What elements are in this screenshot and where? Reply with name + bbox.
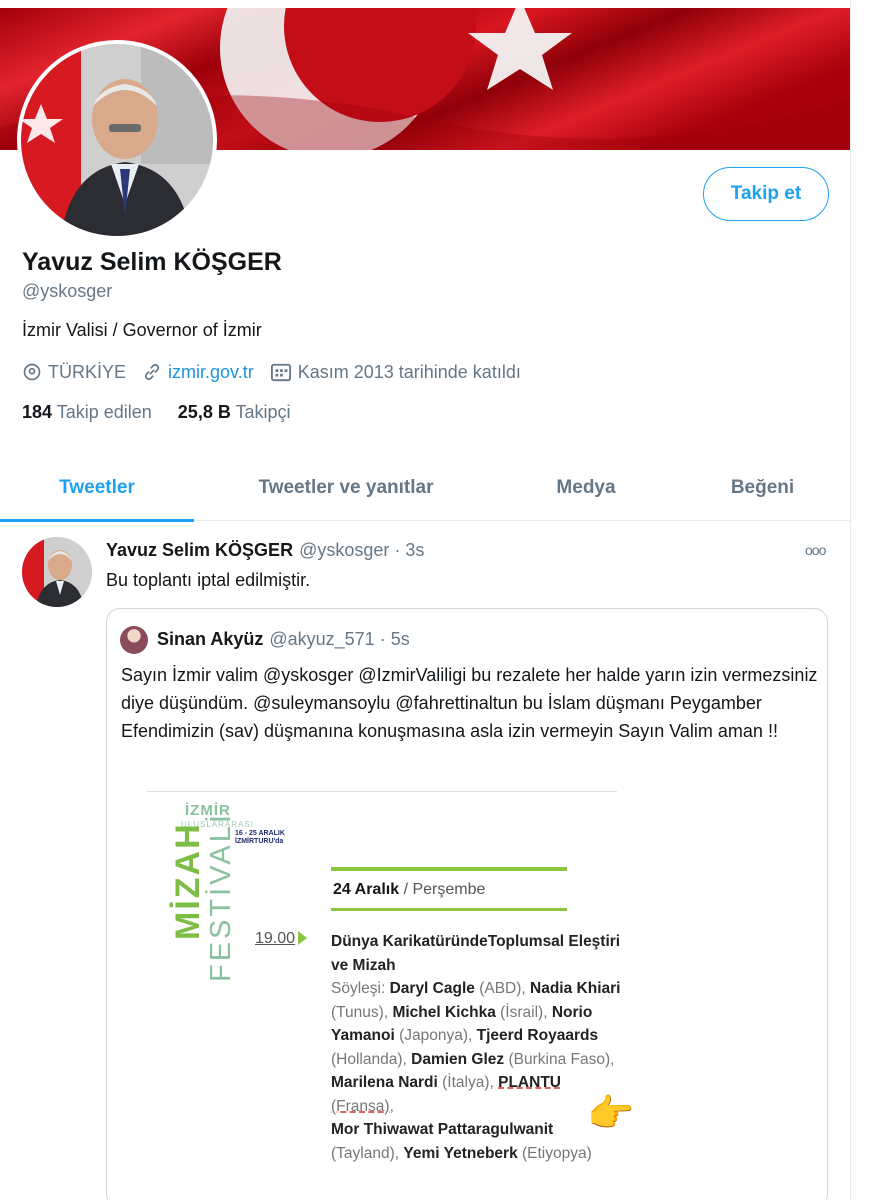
speaker-country: (Tayland), bbox=[331, 1144, 400, 1162]
quoted-tweet[interactable]: Sinan Akyüz @akyuz_571 · 5s Sayın İzmir … bbox=[106, 608, 828, 1200]
quoted-author-handle[interactable]: @akyuz_571 · 5s bbox=[269, 629, 409, 650]
poster-tag: 16 - 25 ARALIK İZMİRTURU'da bbox=[235, 830, 285, 846]
speaker-name-highlighted: PLANTU bbox=[498, 1074, 561, 1091]
followers-count: 25,8 B bbox=[177, 402, 231, 422]
follow-button[interactable]: Takip et bbox=[703, 167, 829, 221]
profile-meta: TÜRKİYE izmir.gov.tr Kasım 2013 tarihind… bbox=[22, 360, 537, 384]
speaker-country: (Etiyopya) bbox=[522, 1144, 592, 1162]
speaker-country-highlighted: (Fransa), bbox=[331, 1097, 394, 1115]
speaker-country: (Hollanda), bbox=[331, 1050, 407, 1068]
quoted-author-name[interactable]: Sinan Akyüz bbox=[157, 629, 263, 650]
quoted-avatar[interactable] bbox=[120, 626, 148, 654]
poster-arrow-icon bbox=[298, 931, 307, 945]
profile-avatar[interactable] bbox=[17, 40, 217, 240]
followers-stat[interactable]: 25,8 B Takipçi bbox=[178, 402, 291, 423]
poster-divider-top bbox=[331, 867, 567, 871]
tweet-header: Yavuz Selim KÖŞGER @yskosger · 3s bbox=[106, 540, 424, 561]
profile-bio: İzmir Valisi / Governor of İzmir bbox=[22, 320, 262, 340]
speaker-country: (ABD), bbox=[479, 980, 526, 997]
speakers-label: Söyleşi: bbox=[331, 980, 386, 997]
speaker-name: Mor Thiwawat Pattaragulwanit bbox=[331, 1121, 554, 1138]
speaker-country: (Burkina Faso), bbox=[508, 1050, 615, 1068]
tweet-avatar[interactable] bbox=[22, 537, 92, 607]
tab-likes[interactable]: Beğeni bbox=[674, 455, 850, 521]
link-icon bbox=[144, 364, 160, 380]
poster-date-weekday: Perşembe bbox=[412, 881, 486, 898]
speaker-country: (Tunus), bbox=[331, 1003, 389, 1021]
poster-date-sep: / bbox=[399, 881, 413, 898]
speaker-country: (İtalya), bbox=[442, 1074, 494, 1091]
poster-time: 19.00 bbox=[255, 930, 296, 947]
tab-tweets-and-replies[interactable]: Tweetler ve yanıtlar bbox=[194, 455, 498, 521]
speaker-name: Tjeerd Royaards bbox=[476, 1027, 599, 1044]
location-pin-icon bbox=[23, 363, 41, 381]
poster-tag-venue: İZMİRTURU'da bbox=[235, 838, 284, 845]
profile-tabs: Tweetler Tweetler ve yanıtlar Medya Beğe… bbox=[0, 455, 850, 522]
poster-tag-dates: 16 - 25 ARALIK bbox=[235, 830, 285, 837]
joined-text: Kasım 2013 tarihinde katıldı bbox=[297, 361, 521, 382]
quoted-header: Sinan Akyüz @akyuz_571 · 5s bbox=[157, 629, 410, 650]
profile-handle: @yskosger bbox=[22, 281, 113, 301]
following-label: Takip edilen bbox=[56, 402, 152, 422]
profile-stats: 184 Takip edilen 25,8 B Takipçi bbox=[22, 402, 317, 423]
speaker-name: Marilena Nardi bbox=[331, 1074, 438, 1091]
speaker-name: Michel Kichka bbox=[392, 1003, 496, 1021]
calendar-icon bbox=[270, 363, 291, 382]
joined-item: Kasım 2013 tarihinde katıldı bbox=[270, 362, 521, 383]
speaker-name: Yemi Yetneberk bbox=[403, 1144, 518, 1162]
tweet-portrait-image bbox=[22, 537, 92, 607]
speaker-country: (İsrail), bbox=[500, 1003, 548, 1021]
poster-date: 24 Aralık / Perşembe bbox=[333, 881, 485, 899]
more-options-icon[interactable]: ooo bbox=[805, 542, 826, 558]
poster-mizah: MİZAH bbox=[169, 822, 207, 940]
portrait-image bbox=[21, 44, 213, 236]
speaker-name: Daryl Cagle bbox=[389, 980, 475, 997]
website-item[interactable]: izmir.gov.tr bbox=[142, 362, 254, 383]
profile-name: Yavuz Selim KÖŞGER bbox=[22, 248, 282, 276]
poster-festivali: FESTİVALİ bbox=[205, 812, 237, 982]
following-count: 184 bbox=[22, 402, 53, 422]
speaker-country: (Japonya), bbox=[399, 1027, 473, 1044]
pointing-hand-icon: 👉 bbox=[587, 1093, 635, 1135]
tab-tweets[interactable]: Tweetler bbox=[0, 455, 194, 522]
quoted-text: Sayın İzmir valim @yskosger @IzmirValili… bbox=[121, 665, 818, 741]
followers-label: Takipçi bbox=[235, 402, 291, 422]
following-stat[interactable]: 184 Takip edilen bbox=[22, 402, 152, 423]
poster-body: Dünya KarikatüründeToplumsal Eleştiri ve… bbox=[331, 930, 621, 1165]
tweet-text: Bu toplantı iptal edilmiştir. bbox=[106, 570, 311, 590]
speaker-name: Nadia Khiari bbox=[530, 980, 621, 997]
festival-poster-image[interactable]: İZMİR ULUSLARARASI MİZAH FESTİVALİ 16 - … bbox=[147, 791, 634, 1200]
speaker-name: Damien Glez bbox=[411, 1050, 505, 1068]
tweet-author-name[interactable]: Yavuz Selim KÖŞGER bbox=[106, 540, 293, 561]
poster-title: Dünya KarikatüründeToplumsal Eleştiri ve… bbox=[331, 933, 621, 974]
profile-page: Takip et Yavuz Selim KÖŞGER @yskosger İz… bbox=[0, 0, 851, 1200]
location-text: TÜRKİYE bbox=[48, 361, 127, 382]
poster-divider-bottom bbox=[331, 908, 567, 911]
website-link[interactable]: izmir.gov.tr bbox=[168, 362, 254, 383]
location-item: TÜRKİYE bbox=[22, 362, 126, 383]
poster-date-day: 24 Aralık bbox=[333, 881, 400, 898]
tab-media[interactable]: Medya bbox=[498, 455, 674, 521]
tweet-author-handle[interactable]: @yskosger · 3s bbox=[299, 540, 424, 561]
